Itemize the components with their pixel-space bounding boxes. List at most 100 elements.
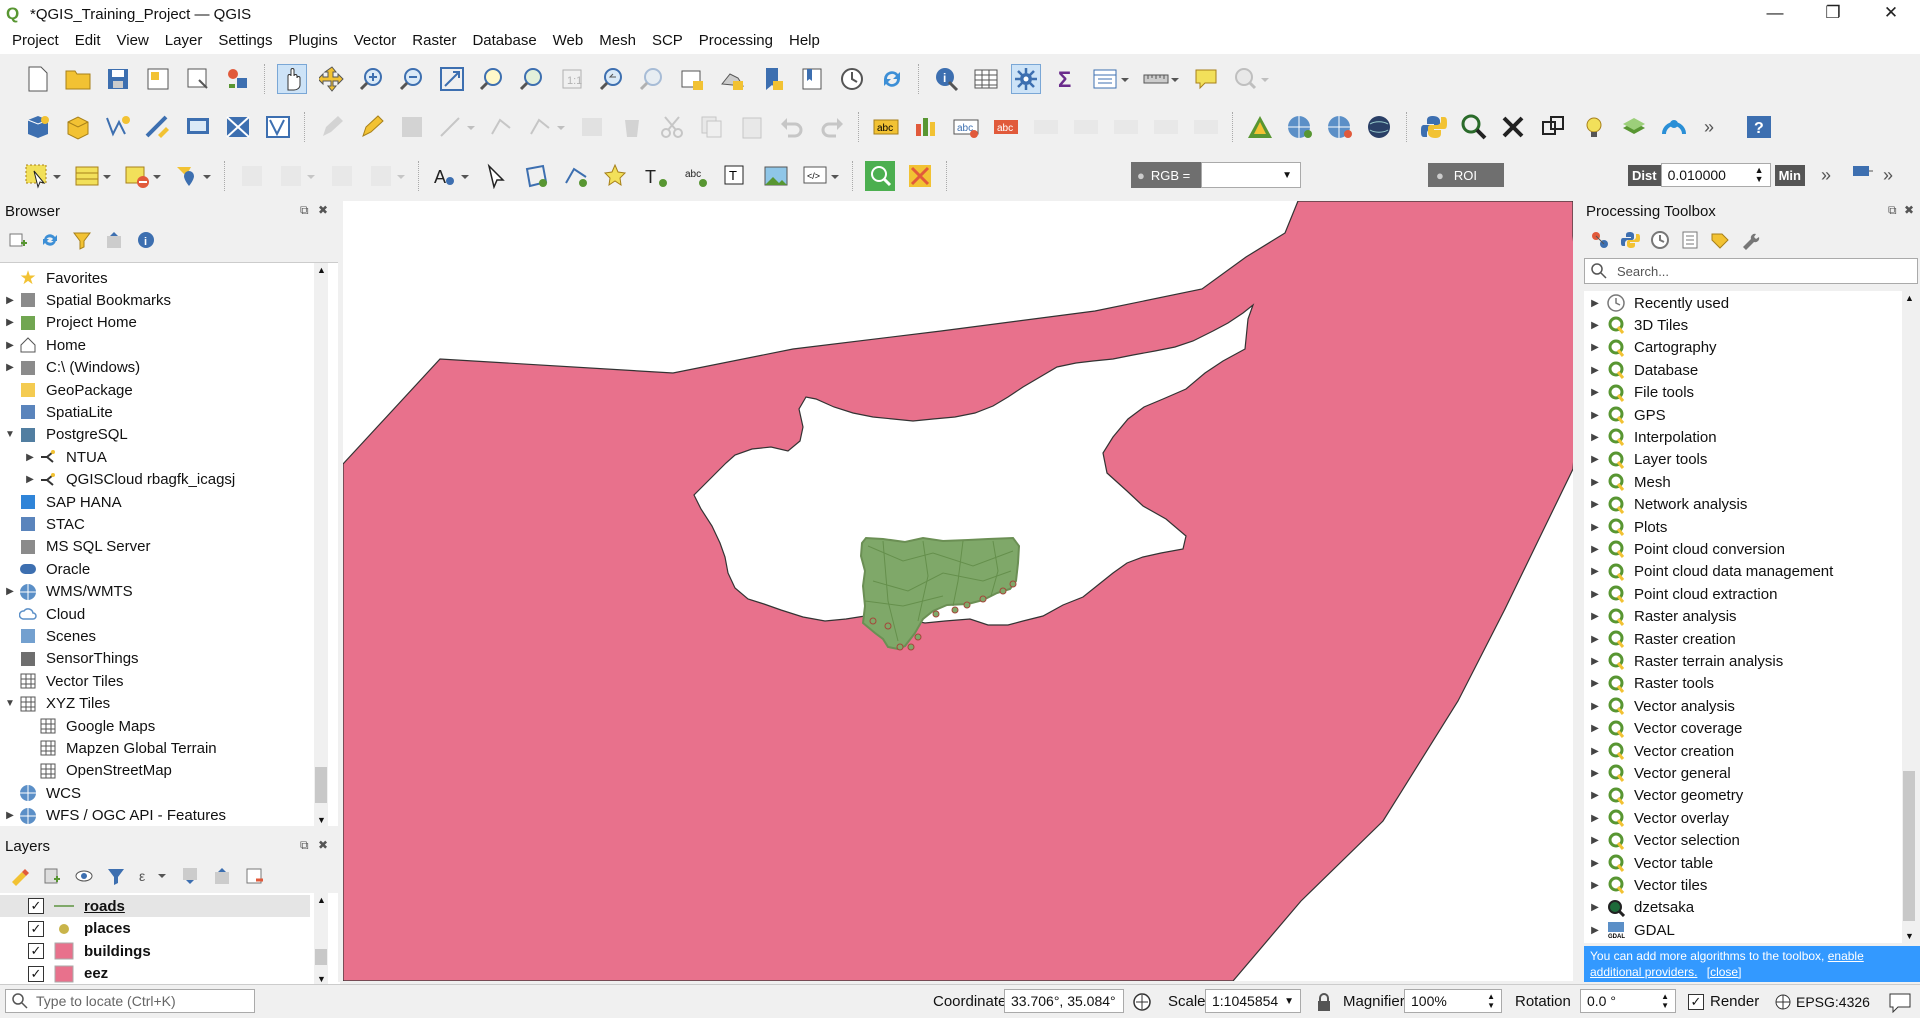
move-label-icon[interactable] <box>1111 112 1141 142</box>
close-window-button[interactable]: ✕ <box>1862 0 1920 28</box>
select-features-value-icon[interactable] <box>1231 64 1271 94</box>
manage-visibility-icon[interactable] <box>74 866 94 886</box>
browser-float-icon[interactable]: ⧉ <box>300 203 309 218</box>
toolbox-provider-item[interactable]: ▶ Raster terrain analysis <box>1584 650 1783 672</box>
diagram-options-icon[interactable] <box>911 112 941 142</box>
toolbar-overflow-icon[interactable]: » <box>1704 117 1714 138</box>
browser-item[interactable]: ▶ C:\ (Windows) <box>2 357 140 379</box>
toolbox-close-icon[interactable]: ✖ <box>1904 203 1914 217</box>
toolbox-provider-item[interactable]: ▶ Point cloud extraction <box>1584 583 1777 605</box>
browser-item[interactable]: SpatiaLite <box>2 401 113 423</box>
browser-item[interactable]: Vector Tiles <box>2 670 124 692</box>
toolbox-provider-item[interactable]: ▶ Vector tiles <box>1584 874 1707 896</box>
change-label-icon[interactable] <box>1191 112 1221 142</box>
toolbox-float-icon[interactable]: ⧉ <box>1888 203 1897 218</box>
map-canvas[interactable] <box>343 201 1573 981</box>
browser-item[interactable]: Google Maps <box>22 715 155 737</box>
line-annotation-icon[interactable] <box>561 161 591 191</box>
expand-arrow-icon[interactable]: ▶ <box>22 474 38 485</box>
vertex-tool-icon[interactable] <box>487 112 517 142</box>
layer-visibility-checkbox[interactable]: ✓ <box>28 920 44 937</box>
new-shapefile-layer-icon[interactable] <box>103 112 133 142</box>
toolbox-provider-item[interactable]: ▶ Database <box>1584 359 1698 381</box>
browser-item[interactable]: ★ Favorites <box>2 267 107 289</box>
layers-float-icon[interactable]: ⧉ <box>300 838 309 853</box>
browser-item[interactable]: ▶ WFS / OGC API - Features <box>2 805 226 827</box>
zoom-to-layer-icon[interactable] <box>517 64 547 94</box>
delete-selected-icon[interactable] <box>617 112 647 142</box>
zoom-next-icon[interactable] <box>637 64 667 94</box>
expand-arrow-icon[interactable]: ▶ <box>2 295 18 306</box>
toolbox-provider-item[interactable]: ▶ Cartography <box>1584 337 1717 359</box>
layers-close-icon[interactable]: ✖ <box>318 838 328 852</box>
new-bookmark-icon[interactable] <box>757 64 787 94</box>
expand-arrow-icon[interactable]: ▶ <box>1584 925 1606 936</box>
add-group-icon[interactable] <box>42 866 62 886</box>
toolbox-provider-item[interactable]: ▶ Plots <box>1584 516 1667 538</box>
layer-item-eez[interactable]: ✓ eez <box>28 963 108 985</box>
expand-arrow-icon[interactable]: ▶ <box>1584 544 1606 555</box>
toolbox-provider-item[interactable]: ▶ Raster analysis <box>1584 606 1737 628</box>
browser-filter-icon[interactable] <box>72 230 92 250</box>
layer-item-places[interactable]: ✓ places <box>28 918 131 940</box>
edit-pencil-dim-icon[interactable] <box>317 112 347 142</box>
menu-raster[interactable]: Raster <box>404 28 464 54</box>
save-project-icon[interactable] <box>103 64 133 94</box>
menu-settings[interactable]: Settings <box>210 28 280 54</box>
toggle-extents-icon[interactable] <box>1132 992 1152 1012</box>
new-print-layout-icon[interactable] <box>143 64 173 94</box>
lock-scale-icon[interactable] <box>1316 992 1332 1012</box>
processing-toolbox-icon[interactable] <box>1011 64 1041 94</box>
toolbox-search-input[interactable]: Search... <box>1584 258 1918 284</box>
save-edits-icon[interactable] <box>397 112 427 142</box>
expand-arrow-icon[interactable]: ▼ <box>2 429 18 440</box>
wfs-globe-icon[interactable] <box>1325 112 1355 142</box>
menu-scp[interactable]: SCP <box>644 28 691 54</box>
options-wrench-icon[interactable] <box>1740 230 1760 250</box>
deselect-features-icon[interactable] <box>123 161 163 191</box>
toolbox-provider-item[interactable]: ▶ Point cloud conversion <box>1584 538 1785 560</box>
toolbox-provider-item[interactable]: ▶ Vector overlay <box>1584 807 1729 829</box>
layer-visibility-checkbox[interactable]: ✓ <box>28 898 44 914</box>
browser-item[interactable]: ▶ Spatial Bookmarks <box>2 289 171 311</box>
collapse-all-layers-icon[interactable] <box>212 866 232 886</box>
toolbox-provider-item[interactable]: ▶ Vector selection <box>1584 830 1740 852</box>
statistical-summary-icon[interactable]: Σ <box>1051 64 1081 94</box>
toolbox-provider-item[interactable]: ▶ GPS <box>1584 404 1666 426</box>
expand-arrow-icon[interactable]: ▶ <box>1584 768 1606 779</box>
history-icon[interactable] <box>1650 230 1670 250</box>
expand-arrow-icon[interactable]: ▶ <box>1584 566 1606 577</box>
expand-arrow-icon[interactable]: ▶ <box>1584 723 1606 734</box>
toolbox-provider-item[interactable]: ▶ GDAL GDAL <box>1584 919 1675 941</box>
toolbox-provider-item[interactable]: ▶ File tools <box>1584 382 1694 404</box>
vertex-tool-all-icon[interactable] <box>527 112 567 142</box>
render-toggle[interactable]: ✓ Render <box>1688 993 1759 1010</box>
menu-view[interactable]: View <box>109 28 157 54</box>
dist-input[interactable]: 0.010000 ▲ ▼ <box>1660 163 1771 187</box>
browser-item[interactable]: GeoPackage <box>2 379 133 401</box>
text-annotation-icon[interactable]: A <box>431 161 471 191</box>
toolbox-provider-item[interactable]: ▶ Point cloud data management <box>1584 561 1833 583</box>
toolbox-provider-item[interactable]: ▶ Vector table <box>1584 852 1713 874</box>
scp-tools-icon[interactable] <box>905 161 935 191</box>
point-text-annotation-icon[interactable]: T <box>641 161 671 191</box>
menu-layer[interactable]: Layer <box>157 28 211 54</box>
select-features-icon[interactable] <box>23 161 63 191</box>
toolbox-provider-item[interactable]: ▶ Network analysis <box>1584 494 1747 516</box>
pin-labels-icon[interactable] <box>1031 112 1061 142</box>
browser-item[interactable]: OpenStreetMap <box>22 760 172 782</box>
layer-visibility-checkbox[interactable]: ✓ <box>28 943 44 959</box>
zoom-to-selection-icon[interactable] <box>477 64 507 94</box>
expand-arrow-icon[interactable]: ▶ <box>1584 387 1606 398</box>
enable-properties-icon[interactable]: i <box>136 230 156 250</box>
pan-map-icon[interactable] <box>277 64 307 94</box>
toolbar3-overflow-icon[interactable]: » <box>1821 165 1831 186</box>
wms-globe-icon[interactable] <box>1285 112 1315 142</box>
expand-arrow-icon[interactable]: ▶ <box>1584 880 1606 891</box>
browser-item[interactable]: ▼ PostgreSQL <box>2 424 128 446</box>
expand-arrow-icon[interactable]: ▶ <box>2 586 18 597</box>
expand-arrow-icon[interactable]: ▶ <box>1584 589 1606 600</box>
expand-arrow-icon[interactable]: ▶ <box>1584 858 1606 869</box>
expand-arrow-icon[interactable]: ▶ <box>1584 298 1606 309</box>
refresh-icon[interactable] <box>877 64 907 94</box>
